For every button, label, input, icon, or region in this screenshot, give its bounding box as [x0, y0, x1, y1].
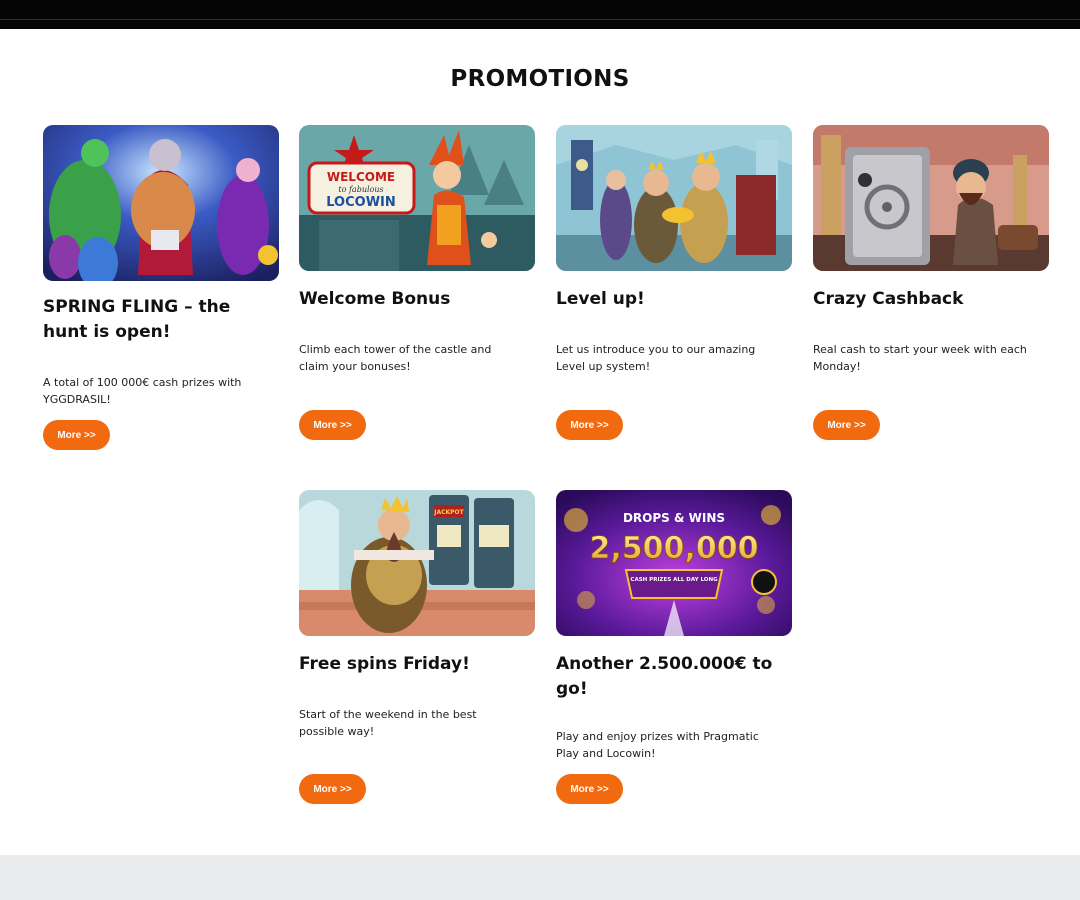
- promo-description: Real cash to start your week with each M…: [813, 343, 1027, 373]
- slot-jackpot-text: JACKPOT: [433, 509, 464, 516]
- sign-welcome-text: WELCOME: [327, 170, 395, 184]
- promo-title: SPRING FLING – the hunt is open!: [43, 297, 231, 342]
- more-button[interactable]: More >>: [556, 774, 623, 804]
- promo-card-welcome-bonus: WELCOME to fabulous LOCOWIN Welcome Bonu…: [299, 125, 535, 440]
- promo-card-spring-fling: SPRING FLING – the hunt is open! A total…: [43, 125, 279, 450]
- spring-fling-wrestlers-image[interactable]: [43, 125, 279, 281]
- promo-title: Level up!: [556, 289, 645, 309]
- more-button[interactable]: More >>: [813, 410, 880, 440]
- promo-title: Crazy Cashback: [813, 289, 964, 309]
- promo-card-level-up: Level up! Let us introduce you to our am…: [556, 125, 792, 440]
- level-up-kings-image[interactable]: [556, 125, 792, 271]
- crazy-cashback-safe-image[interactable]: [813, 125, 1049, 271]
- sign-fabulous-text: to fabulous: [338, 185, 383, 194]
- welcome-locowin-jester-image[interactable]: WELCOME to fabulous LOCOWIN: [299, 125, 535, 271]
- promo-title: Welcome Bonus: [299, 289, 451, 309]
- promo-description: Climb each tower of the castle and claim…: [299, 343, 492, 373]
- free-spins-king-slots-image[interactable]: JACKPOT: [299, 490, 535, 636]
- banner-sub-text: CASH PRIZES ALL DAY LONG: [630, 577, 718, 583]
- promo-description: Let us introduce you to our amazing Leve…: [556, 343, 756, 373]
- promo-title: Another 2.500.000€ to go!: [556, 654, 773, 699]
- top-nav-bar: [0, 0, 1080, 29]
- promo-card-crazy-cashback: Crazy Cashback Real cash to start your w…: [813, 125, 1049, 440]
- promo-title: Free spins Friday!: [299, 654, 470, 674]
- banner-drops-wins-text: DROPS & WINS: [623, 511, 725, 525]
- sign-locowin-text: LOCOWIN: [326, 195, 396, 210]
- more-button[interactable]: More >>: [299, 410, 366, 440]
- promo-card-drops-and-wins: DROPS & WINS 2,500,000 CASH PRIZES ALL D…: [556, 490, 792, 804]
- page-title: PROMOTIONS: [450, 66, 630, 92]
- promo-description: Start of the weekend in the best possibl…: [299, 708, 477, 738]
- banner-amount-text: 2,500,000: [590, 531, 759, 566]
- footer-band: [0, 855, 1080, 900]
- promo-description: Play and enjoy prizes with Pragmatic Pla…: [556, 730, 759, 760]
- more-button[interactable]: More >>: [299, 774, 366, 804]
- promo-description: A total of 100 000€ cash prizes with YGG…: [43, 376, 242, 406]
- top-nav-divider: [0, 19, 1080, 20]
- more-button[interactable]: More >>: [43, 420, 110, 450]
- promo-card-free-spins-friday: JACKPOT Free spins Friday! Start of the …: [299, 490, 535, 804]
- drops-and-wins-image[interactable]: DROPS & WINS 2,500,000 CASH PRIZES ALL D…: [556, 490, 792, 636]
- more-button[interactable]: More >>: [556, 410, 623, 440]
